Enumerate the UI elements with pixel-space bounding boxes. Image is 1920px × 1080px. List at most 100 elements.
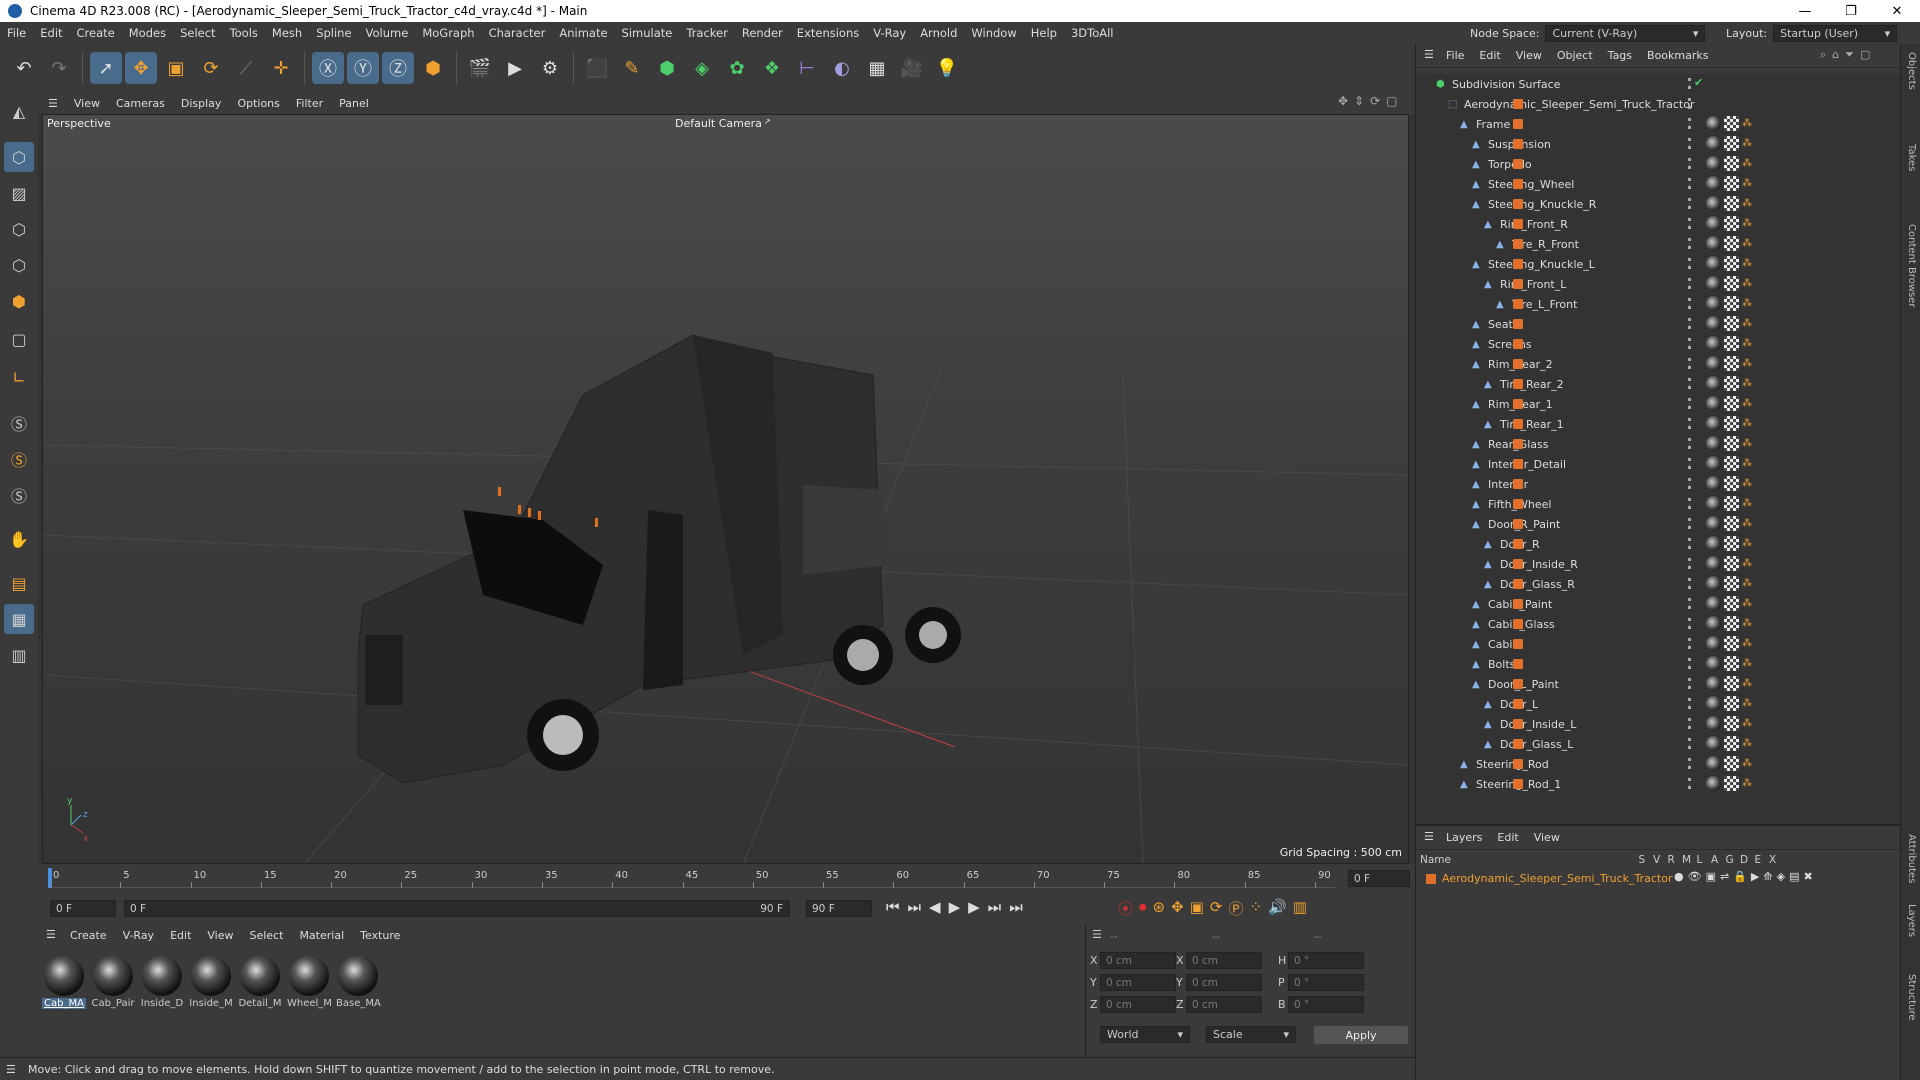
visibility-dots[interactable] — [1688, 778, 1691, 789]
material-tag-icon[interactable] — [1706, 396, 1721, 411]
uvw-tag-icon[interactable] — [1724, 576, 1739, 591]
sound-icon[interactable]: 🔊 — [1268, 898, 1287, 919]
layer-color-swatch[interactable] — [1513, 179, 1523, 189]
menu-tracker[interactable]: Tracker — [679, 26, 735, 40]
object-row[interactable]: ▲ Tire_R_Front ⁂ — [1416, 234, 1901, 254]
layer-color-swatch[interactable] — [1513, 199, 1523, 209]
vray-tag-icon[interactable]: ⁂ — [1742, 418, 1752, 430]
vray-tag-icon[interactable]: ⁂ — [1742, 478, 1752, 490]
uvw-tag-icon[interactable] — [1724, 276, 1739, 291]
hamburger-icon[interactable]: ☰ — [1424, 48, 1434, 61]
visibility-dots[interactable] — [1688, 318, 1691, 329]
play-icon[interactable]: ▶ — [949, 898, 961, 916]
pen-spline-icon[interactable]: ✎ — [616, 52, 648, 84]
uvw-tag-icon[interactable] — [1724, 656, 1739, 671]
grid-icon[interactable]: ▦ — [4, 604, 34, 634]
layer-color-swatch[interactable] — [1513, 759, 1523, 769]
hamburger-icon[interactable]: ☰ — [1092, 928, 1102, 941]
menu-animate[interactable]: Animate — [552, 26, 614, 40]
uvw-tag-icon[interactable] — [1724, 356, 1739, 371]
coord-value-field[interactable]: 0 cm — [1100, 952, 1176, 969]
layer-color-swatch[interactable] — [1513, 539, 1523, 549]
object-menu-view[interactable]: View — [1516, 49, 1542, 62]
timeline-settings-icon[interactable]: ▥ — [1293, 898, 1307, 919]
autokey-icon[interactable]: ⏺ — [1139, 898, 1147, 919]
object-menu-file[interactable]: File — [1446, 49, 1464, 62]
layout-dropdown[interactable]: Startup (User) ▾ — [1773, 24, 1898, 42]
layer-color-swatch[interactable] — [1513, 719, 1523, 729]
uvw-tag-icon[interactable] — [1724, 456, 1739, 471]
object-row[interactable]: ▲ Tire_L_Front ⁂ — [1416, 294, 1901, 314]
go-to-end-icon[interactable]: ⏭ — [1009, 898, 1023, 916]
uvw-tag-icon[interactable] — [1724, 676, 1739, 691]
locked-icon[interactable]: 🔒 — [1733, 870, 1747, 883]
y-axis-lock-icon[interactable]: Ⓨ — [347, 52, 379, 84]
vray-tag-icon[interactable]: ⁂ — [1742, 458, 1752, 470]
layer-color-swatch[interactable] — [1513, 359, 1523, 369]
object-row[interactable]: ▲Fifth_Wheel⁂ — [1416, 494, 1901, 514]
layer-color-swatch[interactable] — [1513, 339, 1523, 349]
node-space-dropdown[interactable]: Current (V-Ray) ▾ — [1545, 24, 1706, 42]
object-row[interactable]: ▲ Interior_Detail ⁂ — [1416, 454, 1901, 474]
coord-value-field[interactable]: 0 cm — [1100, 974, 1176, 991]
hamburger-icon[interactable]: ☰ — [6, 1063, 16, 1076]
object-row[interactable]: ▲Rear_Glass⁂ — [1416, 434, 1901, 454]
object-row[interactable]: ⬢ Subdivision Surface ✔ — [1416, 74, 1901, 94]
vray-tag-icon[interactable]: ⁂ — [1742, 758, 1752, 770]
layer-color-swatch[interactable] — [1513, 559, 1523, 569]
object-menu-object[interactable]: Object — [1557, 49, 1593, 62]
uvw-tag-icon[interactable] — [1724, 376, 1739, 391]
material-tag-icon[interactable] — [1706, 736, 1721, 751]
menu-render[interactable]: Render — [735, 26, 790, 40]
coordinate-tool-icon[interactable]: ✛ — [265, 52, 297, 84]
object-row[interactable]: ▲Cabin_Paint⁂ — [1416, 594, 1901, 614]
material-swatch[interactable]: Wheel_M — [287, 956, 332, 1009]
menu-mograph[interactable]: MoGraph — [415, 26, 481, 40]
visibility-dots[interactable] — [1688, 678, 1691, 689]
point-level-icon[interactable]: ⁘ — [1249, 898, 1262, 919]
object-row[interactable]: ▲ Torpedo ⁂ — [1416, 154, 1901, 174]
object-row[interactable]: ▲ Rim_Front_R ⁂ — [1416, 214, 1901, 234]
visibility-dots[interactable] — [1688, 238, 1691, 249]
uvw-tag-icon[interactable] — [1724, 396, 1739, 411]
object-menu-tags[interactable]: Tags — [1608, 49, 1632, 62]
layer-color-swatch[interactable] — [1513, 579, 1523, 589]
layer-color-swatch[interactable] — [1513, 739, 1523, 749]
vray-tag-icon[interactable]: ⁂ — [1742, 398, 1752, 410]
maximize-icon[interactable]: ❐ — [1828, 0, 1874, 22]
visibility-dots[interactable] — [1688, 698, 1691, 709]
visibility-dots[interactable] — [1688, 138, 1691, 149]
vray-tag-icon[interactable]: ⁂ — [1742, 138, 1752, 150]
vray-tag-icon[interactable]: ⁂ — [1742, 298, 1752, 310]
object-row[interactable]: ▲ Tire_Rear_1 ⁂ — [1416, 414, 1901, 434]
material-swatch[interactable]: Detail_M — [238, 956, 282, 1009]
go-to-start-icon[interactable]: ⏮ — [886, 898, 900, 916]
layer-color-swatch[interactable] — [1513, 619, 1523, 629]
object-row[interactable]: ▲ Interior ⁂ — [1416, 474, 1901, 494]
vray-tag-icon[interactable]: ⁂ — [1742, 678, 1752, 690]
uvw-tag-icon[interactable] — [1724, 756, 1739, 771]
cube-primitive-icon[interactable]: ⬛ — [581, 52, 613, 84]
uvw-tag-icon[interactable] — [1724, 636, 1739, 651]
material-swatch[interactable]: Base_MA — [336, 956, 381, 1009]
material-tag-icon[interactable] — [1706, 716, 1721, 731]
scale-key-icon[interactable]: ▣ — [1190, 898, 1204, 919]
material-tag-icon[interactable] — [1706, 596, 1721, 611]
menu-create[interactable]: Create — [70, 26, 122, 40]
visibility-dots[interactable] — [1688, 258, 1691, 269]
vray-tag-icon[interactable]: ⁂ — [1742, 778, 1752, 790]
material-tag-icon[interactable] — [1706, 476, 1721, 491]
uvw-tag-icon[interactable] — [1724, 216, 1739, 231]
menu-help[interactable]: Help — [1024, 26, 1064, 40]
visibility-dots[interactable] — [1688, 98, 1691, 109]
material-swatch[interactable]: Inside_D — [140, 956, 184, 1009]
subdivision-icon[interactable]: ⬢ — [651, 52, 683, 84]
object-row[interactable]: ▲ Door_Inside_L ⁂ — [1416, 714, 1901, 734]
previous-frame-icon[interactable]: ◀ — [929, 898, 941, 916]
edges-mode-icon[interactable]: ⬡ — [4, 250, 34, 280]
material-tag-icon[interactable] — [1706, 616, 1721, 631]
uvw-tag-icon[interactable] — [1724, 316, 1739, 331]
uvw-tag-icon[interactable] — [1724, 436, 1739, 451]
menu-arnold[interactable]: Arnold — [913, 26, 964, 40]
material-tag-icon[interactable] — [1706, 496, 1721, 511]
